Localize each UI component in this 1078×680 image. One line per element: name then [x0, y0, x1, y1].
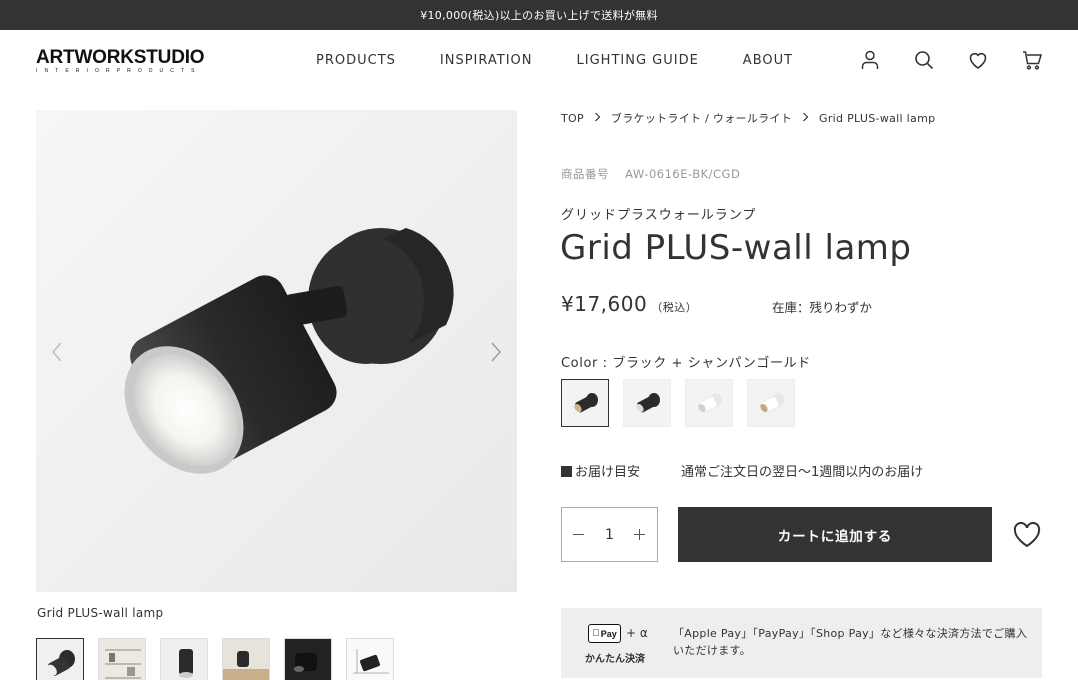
plus-alpha-text: + α — [626, 626, 648, 640]
payment-info-box: Pay + α かんたん決済 「Apple Pay」「PayPay」「Shop… — [561, 608, 1042, 678]
search-icon[interactable] — [912, 48, 936, 72]
nav-about[interactable]: ABOUT — [743, 53, 793, 68]
gallery-caption: Grid PLUS-wall lamp — [37, 606, 164, 620]
promo-text: ¥10,000(税込)以上のお買い上げで送料が無料 — [420, 9, 658, 22]
breadcrumb: TOP ブラケットライト / ウォールライト Grid PLUS-wall la… — [561, 110, 935, 126]
add-to-cart-button[interactable]: カートに追加する — [678, 507, 992, 562]
breadcrumb-top[interactable]: TOP — [561, 112, 584, 125]
product-sku: 商品番号 AW-0616E-BK/CGD — [561, 166, 740, 182]
chevron-right-icon — [802, 112, 809, 125]
thumbnail-6[interactable] — [346, 638, 394, 680]
swatch-black-champagne[interactable] — [561, 379, 609, 427]
chevron-right-icon — [594, 112, 601, 125]
color-label: Color : — [561, 356, 608, 371]
product-title: Grid PLUS-wall lamp — [560, 228, 912, 268]
thumbnail-2[interactable] — [98, 638, 146, 680]
logo-sub-text: INTERIORPRODUCTS — [36, 68, 202, 74]
delivery-label-text: お届け目安 — [575, 465, 641, 480]
square-bullet-icon — [561, 466, 572, 477]
nav-products[interactable]: PRODUCTS — [316, 53, 396, 68]
product-price: ¥17,600 （税込） — [561, 292, 697, 316]
lamp-image — [36, 110, 517, 592]
easy-pay-text: かんたん決済 — [585, 654, 645, 665]
main-nav: PRODUCTS INSPIRATION LIGHTING GUIDE ABOU… — [316, 30, 837, 90]
thumbnail-4[interactable] — [222, 638, 270, 680]
breadcrumb-category[interactable]: ブラケットライト / ウォールライト — [611, 110, 792, 126]
price-tax-note: （税込） — [651, 301, 698, 314]
product-main-image[interactable] — [36, 110, 517, 592]
quantity-input[interactable]: 1 — [595, 527, 625, 543]
payment-logo: Pay + α かんたん決済 — [585, 624, 649, 665]
thumbnail-1[interactable] — [36, 638, 84, 680]
apple-pay-text: Pay — [596, 628, 617, 639]
quantity-plus-button[interactable] — [633, 528, 647, 542]
gallery-next-arrow[interactable] — [485, 340, 505, 364]
thumbnail-3[interactable] — [160, 638, 208, 680]
thumbnail-strip — [36, 638, 394, 680]
swatch-white-champagne[interactable] — [747, 379, 795, 427]
gallery-prev-arrow[interactable] — [48, 340, 68, 364]
logo-main-text: ARTWORKSTUDIO — [36, 47, 205, 68]
quantity-minus-button[interactable] — [572, 528, 586, 542]
header-icons — [858, 48, 1044, 72]
nav-lighting-guide[interactable]: LIGHTING GUIDE — [577, 53, 699, 68]
cart-icon[interactable] — [1020, 48, 1044, 72]
delivery-value: 通常ご注文日の翌日〜1週間以内のお届け — [681, 465, 924, 480]
color-swatches — [561, 379, 795, 427]
sku-label: 商品番号 — [561, 167, 609, 181]
apple-pay-icon: Pay — [588, 624, 621, 643]
nav-inspiration[interactable]: INSPIRATION — [440, 53, 533, 68]
thumbnail-5[interactable] — [284, 638, 332, 680]
wishlist-heart-icon[interactable] — [1012, 521, 1042, 549]
account-icon[interactable] — [858, 48, 882, 72]
product-name-ja: グリッドプラスウォールランプ — [561, 208, 757, 223]
stock-status: 在庫：残りわずか — [772, 300, 873, 315]
site-header: ARTWORKSTUDIO INTERIORPRODUCTS PRODUCTS … — [0, 30, 1078, 90]
swatch-black-silver[interactable] — [623, 379, 671, 427]
color-selection-label: Color : ブラック + シャンパンゴールド — [561, 352, 811, 371]
price-value: ¥17,600 — [561, 292, 648, 316]
swatch-white-silver[interactable] — [685, 379, 733, 427]
sku-value: AW-0616E-BK/CGD — [625, 167, 741, 181]
delivery-label: お届け目安 — [561, 461, 681, 480]
breadcrumb-current: Grid PLUS-wall lamp — [819, 111, 936, 125]
delivery-estimate: お届け目安 通常ご注文日の翌日〜1週間以内のお届け — [561, 461, 923, 480]
color-value: ブラック + シャンパンゴールド — [612, 356, 811, 371]
heart-icon[interactable] — [966, 48, 990, 72]
promo-bar: ¥10,000(税込)以上のお買い上げで送料が無料 — [0, 0, 1078, 30]
quantity-stepper: 1 — [561, 507, 658, 562]
payment-description: 「Apple Pay」「PayPay」「Shop Pay」など様々な決済方法でご… — [673, 627, 1028, 657]
site-logo[interactable]: ARTWORKSTUDIO INTERIORPRODUCTS — [36, 47, 246, 75]
